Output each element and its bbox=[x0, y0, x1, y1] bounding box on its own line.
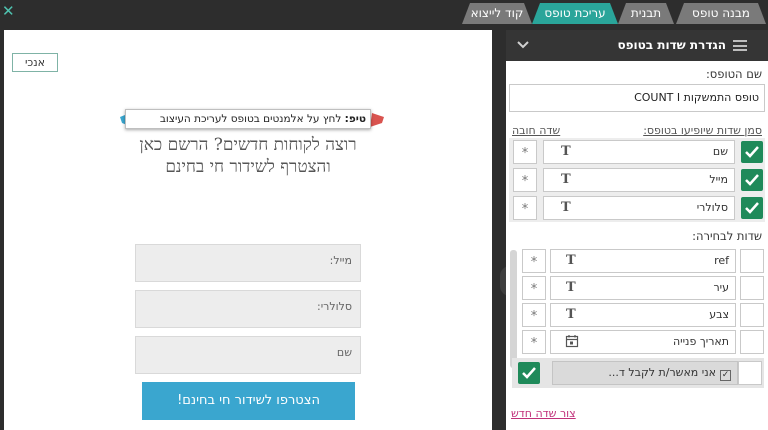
create-new-field-link[interactable]: צור שדה חדש bbox=[511, 407, 576, 420]
consent-field-name[interactable]: ✓ אני מאשר/ת לקבל ד... bbox=[552, 361, 738, 385]
text-type-icon: T bbox=[566, 307, 576, 322]
required-toggle[interactable]: * bbox=[522, 276, 546, 300]
consent-field-row: ✓ אני מאשר/ת לקבל ד... bbox=[512, 358, 764, 388]
consent-field-label: אני מאשר/ת לקבל ד... bbox=[608, 366, 716, 379]
tab-template[interactable]: תבנית bbox=[618, 3, 674, 24]
tip-bold-label: טיפ: bbox=[344, 113, 366, 125]
field-checkbox-unchecked[interactable] bbox=[740, 303, 764, 327]
name-field[interactable]: שם bbox=[135, 336, 361, 374]
optional-fields-list: ref T * עיר T * צבע T * תאריך פנייה * bbox=[520, 247, 766, 357]
required-toggle[interactable]: * bbox=[522, 303, 546, 327]
chevron-down-icon[interactable] bbox=[516, 38, 530, 52]
field-checkbox-unchecked[interactable] bbox=[740, 249, 764, 273]
optional-field-row: צבע T * bbox=[520, 301, 766, 328]
optional-field-name[interactable]: עיר bbox=[550, 276, 736, 300]
join-broadcast-button[interactable]: הצטרפו לשידור חי בחינם! bbox=[142, 382, 355, 420]
calendar-icon bbox=[565, 335, 579, 348]
consent-required-checked[interactable] bbox=[518, 362, 540, 384]
app-root: ✕ קוד לייצוא עריכת טופס תבנית מבנה טופס … bbox=[0, 0, 768, 430]
required-toggle[interactable]: * bbox=[513, 196, 537, 220]
checkmark-icon bbox=[745, 174, 759, 186]
consent-checkbox-unchecked[interactable] bbox=[738, 361, 762, 385]
optional-field-name[interactable]: צבע bbox=[550, 303, 736, 327]
optional-field-row: ref T * bbox=[520, 247, 766, 274]
checkmark-icon bbox=[745, 202, 759, 214]
selected-field-name[interactable]: שם bbox=[543, 140, 735, 164]
form-name-label: שם הטופס: bbox=[705, 67, 762, 81]
selected-field-row: סלולרי T * bbox=[509, 194, 765, 222]
text-type-icon: T bbox=[561, 172, 571, 187]
checkbox-type-icon: ✓ bbox=[720, 370, 731, 381]
field-checkbox-checked[interactable] bbox=[741, 197, 763, 219]
form-headline[interactable]: רוצה לקוחות חדשים? הרשם כאן והצטרף לשידו… bbox=[118, 134, 378, 178]
form-preview-canvas: אנכי טיפ: לחץ על אלמנטים בטופס לעריכת הע… bbox=[4, 30, 492, 430]
field-checkbox-checked[interactable] bbox=[741, 169, 763, 191]
required-toggle[interactable]: * bbox=[513, 168, 537, 192]
field-checkbox-unchecked[interactable] bbox=[740, 330, 764, 354]
menu-icon[interactable] bbox=[733, 40, 747, 51]
panel-header: הגדרת שדות בטופס bbox=[506, 30, 768, 61]
required-toggle[interactable]: * bbox=[522, 249, 546, 273]
text-type-icon: T bbox=[566, 280, 576, 295]
panel-title: הגדרת שדות בטופס bbox=[617, 38, 726, 52]
tip-tooltip: טיפ: לחץ על אלמנטים בטופס לעריכת העיצוב bbox=[125, 109, 371, 129]
tab-form-structure[interactable]: מבנה טופס bbox=[676, 3, 766, 24]
text-type-icon: T bbox=[561, 144, 571, 159]
optional-field-name[interactable]: ref bbox=[550, 249, 736, 273]
required-toggle[interactable]: * bbox=[513, 140, 537, 164]
close-icon[interactable]: ✕ bbox=[2, 0, 15, 22]
required-toggle[interactable]: * bbox=[522, 330, 546, 354]
optional-fields-label: שדות לבחירה: bbox=[692, 229, 762, 243]
form-name-input[interactable]: טופס התמשקות COUNT I bbox=[509, 84, 765, 112]
selected-field-name[interactable]: מייל bbox=[543, 168, 735, 192]
checkmark-icon bbox=[522, 367, 536, 379]
tab-edit-form[interactable]: עריכת טופס bbox=[532, 3, 618, 24]
field-checkbox-unchecked[interactable] bbox=[740, 276, 764, 300]
text-type-icon: T bbox=[566, 253, 576, 268]
field-settings-panel: הגדרת שדות בטופס שם הטופס: טופס התמשקות … bbox=[506, 30, 768, 430]
phone-field[interactable]: סלולרי: bbox=[135, 290, 361, 328]
selected-fields-group: שם T * מייל T * סלולרי T * bbox=[509, 138, 765, 222]
selected-field-row: מייל T * bbox=[509, 166, 765, 194]
optional-field-row: עיר T * bbox=[520, 274, 766, 301]
vertical-layout-button[interactable]: אנכי bbox=[12, 53, 58, 72]
required-field-label: שדה חובה bbox=[512, 124, 561, 137]
email-field[interactable]: מייל: bbox=[135, 244, 361, 282]
optional-field-row: תאריך פנייה * bbox=[520, 328, 766, 355]
optional-fields-scrollbar[interactable] bbox=[510, 250, 517, 368]
top-tab-bar: ✕ קוד לייצוא עריכת טופס תבנית מבנה טופס bbox=[0, 0, 768, 24]
checkmark-icon bbox=[745, 146, 759, 158]
mark-fields-label: סמן שדות שיופיעו בטופס: bbox=[643, 124, 762, 137]
text-type-icon: T bbox=[561, 200, 571, 215]
tip-text: לחץ על אלמנטים בטופס לעריכת העיצוב bbox=[159, 113, 345, 125]
tab-export-code[interactable]: קוד לייצוא bbox=[462, 3, 532, 24]
selected-field-row: שם T * bbox=[509, 138, 765, 166]
selected-field-name[interactable]: סלולרי bbox=[543, 196, 735, 220]
field-checkbox-checked[interactable] bbox=[741, 141, 763, 163]
